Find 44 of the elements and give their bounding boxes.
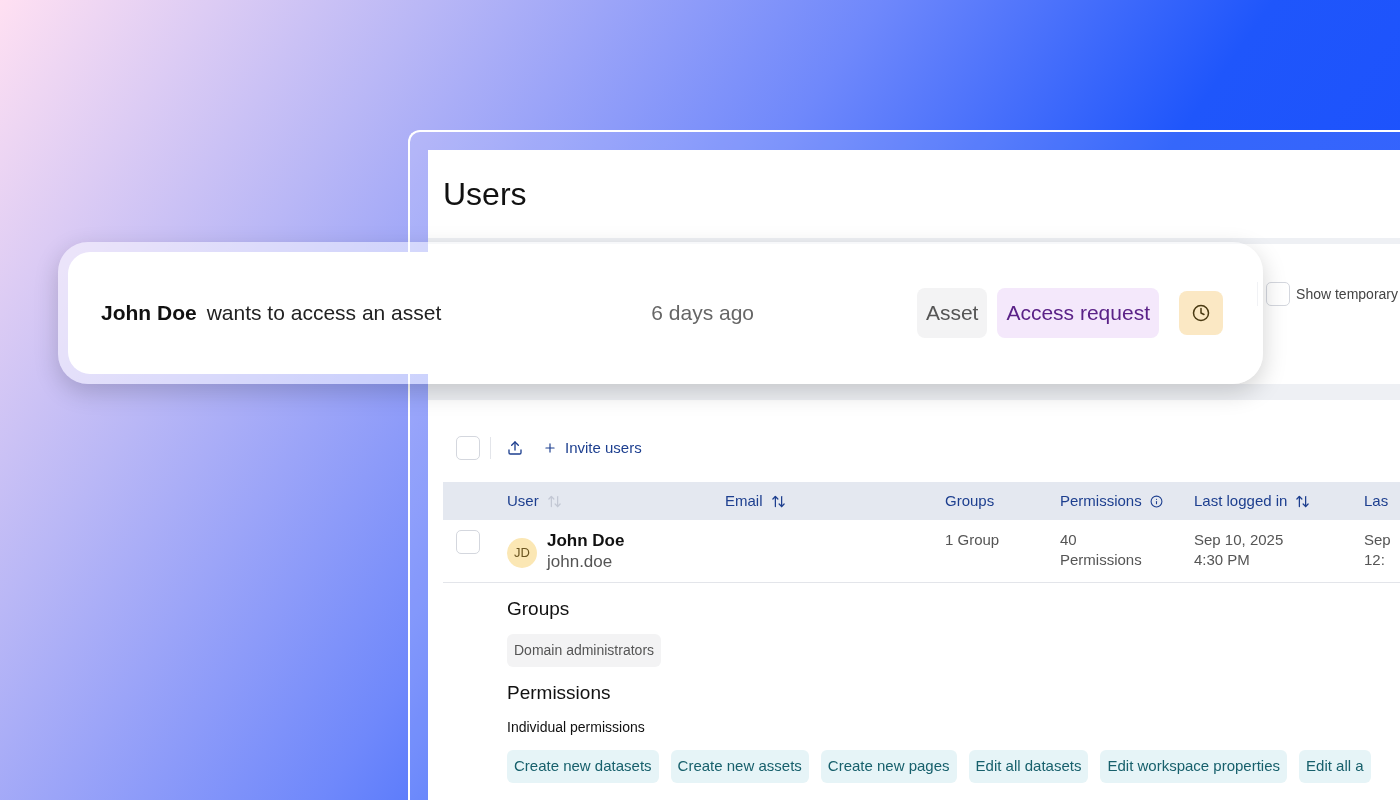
page-title: Users bbox=[443, 175, 527, 214]
info-icon bbox=[1149, 494, 1163, 508]
subsection-label: Individual permissions bbox=[507, 718, 646, 737]
plus-icon bbox=[543, 441, 557, 455]
last-login-time: 4:30 PM bbox=[1194, 550, 1251, 570]
export-icon[interactable] bbox=[507, 440, 523, 456]
permission-tag: Create new assets bbox=[670, 750, 809, 783]
user-avatar: JD bbox=[507, 538, 537, 568]
show-temporary-checkbox[interactable] bbox=[1266, 282, 1291, 306]
permission-tag: Create new datasets bbox=[507, 750, 659, 783]
sort-icon[interactable] bbox=[1295, 493, 1311, 509]
column-header[interactable]: Groups bbox=[945, 489, 995, 513]
row-checkbox[interactable] bbox=[456, 530, 480, 554]
notification-message: wants to access an asset bbox=[206, 300, 442, 327]
column-header[interactable]: Email bbox=[725, 489, 763, 513]
notification-actor: John Doe bbox=[101, 300, 197, 327]
clock-icon bbox=[1192, 304, 1210, 322]
sort-icon[interactable] bbox=[770, 493, 786, 509]
permission-tag: Edit all datasets bbox=[968, 750, 1089, 783]
user-name: John Doe bbox=[547, 530, 625, 551]
permission-tag: Edit workspace properties bbox=[1100, 750, 1288, 783]
notification-time: 6 days ago bbox=[651, 300, 755, 327]
column-header[interactable]: Permissions bbox=[1060, 489, 1142, 513]
table-cell-text: Sep bbox=[1364, 530, 1392, 550]
checkbox-label: Show temporary bbox=[1296, 284, 1399, 304]
column-header[interactable]: Las bbox=[1364, 489, 1389, 513]
permission-tag: Edit all a bbox=[1299, 750, 1371, 783]
invite-users-button[interactable]: Invite users bbox=[543, 436, 642, 460]
last-login-date: Sep 10, 2025 bbox=[1194, 530, 1285, 550]
permission-label: Permissions bbox=[1060, 550, 1143, 570]
permission-tag: Create new pages bbox=[820, 750, 957, 783]
permission-count: 40 bbox=[1060, 530, 1078, 550]
group-tag: Domain administrators bbox=[507, 633, 662, 667]
table-cell-text: 12: bbox=[1364, 550, 1386, 570]
column-header[interactable]: User bbox=[507, 489, 539, 513]
notification-tag: Access request bbox=[997, 288, 1159, 338]
notification-tag: Asset bbox=[916, 288, 988, 338]
section-heading: Permissions bbox=[507, 680, 612, 705]
username: john.doe bbox=[547, 551, 614, 572]
snooze-button[interactable] bbox=[1179, 291, 1223, 335]
group-count: 1 Group bbox=[945, 530, 1001, 550]
section-heading: Groups bbox=[507, 597, 571, 621]
column-header[interactable]: Last logged in bbox=[1194, 489, 1288, 513]
select-all-checkbox[interactable] bbox=[456, 436, 480, 460]
